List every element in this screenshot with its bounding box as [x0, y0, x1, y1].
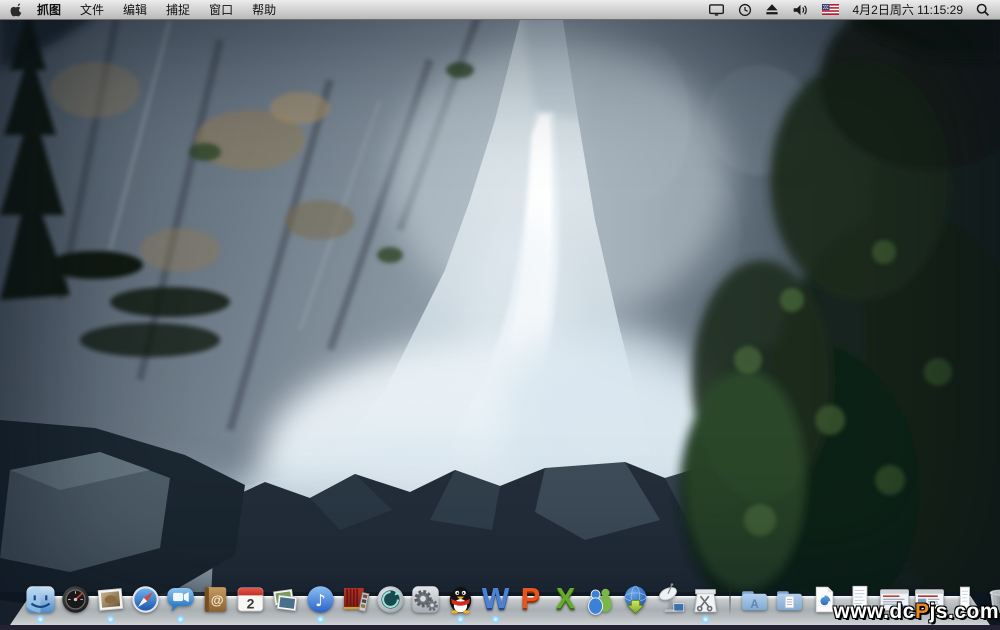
dock-item-powerpoint[interactable]: P	[514, 583, 547, 616]
apple-menu[interactable]	[10, 2, 23, 17]
display-menu-extra[interactable]	[708, 3, 725, 17]
minimized-document-thumbnail	[948, 583, 981, 616]
dock-item-photo-booth[interactable]	[269, 583, 302, 616]
dock-item-excel[interactable]: X	[549, 583, 582, 616]
trash-icon	[983, 583, 1000, 616]
dock-item-minimized-window-2[interactable]	[913, 583, 946, 616]
menu-window[interactable]: 窗口	[209, 1, 233, 18]
dock-item-safari[interactable]	[129, 583, 162, 616]
powerpoint-p-icon: P	[514, 583, 547, 616]
dock: @ 2 ♪	[0, 573, 1000, 625]
menu-bar: 抓图 文件 编辑 捕捉 窗口 帮助	[0, 0, 1000, 20]
apple-icon	[10, 2, 23, 17]
minimized-window-thumbnail	[878, 583, 911, 616]
dock-item-trash[interactable]	[983, 583, 1000, 616]
safari-icon	[129, 583, 162, 616]
address-book-icon: @	[199, 583, 232, 616]
excel-x-icon: X	[549, 583, 582, 616]
dock-item-word[interactable]: W	[479, 583, 512, 616]
running-indicator	[491, 615, 500, 624]
desktop-wallpaper[interactable]	[0, 0, 1000, 625]
menu-grab[interactable]: 抓图	[37, 1, 61, 18]
dock-item-front-row[interactable]	[339, 583, 372, 616]
dock-item-finder[interactable]	[24, 583, 57, 616]
sync-menu-extra[interactable]	[738, 3, 752, 17]
menu-capture[interactable]: 捕捉	[166, 1, 190, 18]
menu-bar-status-area: 4月2日周六 11:15:29	[708, 1, 1000, 18]
svg-text:@: @	[211, 592, 224, 607]
finder-icon	[24, 583, 57, 616]
dock-items: @ 2 ♪	[24, 578, 1000, 616]
dock-item-system-preferences[interactable]	[409, 583, 442, 616]
dock-item-msn-messenger[interactable]	[584, 583, 617, 616]
clock-icon	[738, 3, 752, 17]
document-file-icon	[808, 583, 841, 616]
dock-separator	[729, 578, 731, 616]
itunes-icon: ♪	[304, 583, 337, 616]
dock-item-address-book[interactable]: @	[199, 583, 232, 616]
running-indicator	[456, 615, 465, 624]
time-machine-icon	[374, 583, 407, 616]
photo-stack-icon	[269, 583, 302, 616]
menu-file[interactable]: 文件	[80, 1, 104, 18]
preview-icon	[94, 583, 127, 616]
input-source-menu-extra[interactable]	[822, 4, 839, 15]
ichat-icon	[164, 583, 197, 616]
running-indicator	[36, 615, 45, 624]
svg-text:A: A	[750, 599, 759, 611]
dock-item-minimized-document-2[interactable]	[948, 583, 981, 616]
display-icon	[708, 3, 725, 17]
minimized-window-thumbnail	[913, 583, 946, 616]
dock-item-document-file[interactable]	[808, 583, 841, 616]
word-w-icon: W	[479, 583, 512, 616]
dashboard-icon	[59, 583, 92, 616]
dock-item-qq[interactable]	[444, 583, 477, 616]
dock-item-grab[interactable]	[689, 583, 722, 616]
dock-item-ichat[interactable]	[164, 583, 197, 616]
front-row-icon	[339, 583, 372, 616]
volume-menu-extra[interactable]	[792, 3, 809, 17]
dock-item-minimized-window-1[interactable]	[878, 583, 911, 616]
applications-folder-icon: A	[738, 583, 771, 616]
dock-item-downloader[interactable]	[619, 583, 652, 616]
running-indicator	[316, 615, 325, 624]
documents-folder-icon	[773, 583, 806, 616]
dock-item-minimized-document[interactable]	[843, 583, 876, 616]
running-indicator	[701, 615, 710, 624]
dock-item-ical[interactable]: 2	[234, 583, 267, 616]
menu-edit[interactable]: 编辑	[123, 1, 147, 18]
eject-icon	[765, 3, 779, 16]
menu-bar-clock[interactable]: 4月2日周六 11:15:29	[852, 1, 963, 18]
dock-item-applications-folder[interactable]: A	[738, 583, 771, 616]
dock-item-remote-desktop[interactable]	[654, 583, 687, 616]
running-indicator	[106, 615, 115, 624]
spotlight-menu-extra[interactable]	[976, 3, 990, 17]
volume-icon	[792, 3, 809, 17]
us-flag-icon	[822, 4, 839, 15]
ical-icon: 2	[234, 583, 267, 616]
dock-item-itunes[interactable]: ♪	[304, 583, 337, 616]
svg-text:♪: ♪	[315, 591, 326, 610]
system-preferences-icon	[409, 583, 442, 616]
minimized-document-thumbnail	[843, 583, 876, 616]
grab-scissors-icon	[689, 583, 722, 616]
msn-people-icon	[584, 583, 617, 616]
menu-help[interactable]: 帮助	[252, 1, 276, 18]
dock-item-dashboard[interactable]	[59, 583, 92, 616]
globe-download-icon	[619, 583, 652, 616]
satellite-dish-icon	[654, 583, 687, 616]
dock-item-documents-folder[interactable]	[773, 583, 806, 616]
dock-item-time-machine[interactable]	[374, 583, 407, 616]
dock-item-preview[interactable]	[94, 583, 127, 616]
running-indicator	[176, 615, 185, 624]
waterfall-scene	[0, 0, 1000, 625]
search-icon	[976, 3, 990, 17]
eject-menu-extra[interactable]	[765, 3, 779, 16]
svg-text:2: 2	[247, 596, 255, 612]
qq-penguin-icon	[444, 583, 477, 616]
